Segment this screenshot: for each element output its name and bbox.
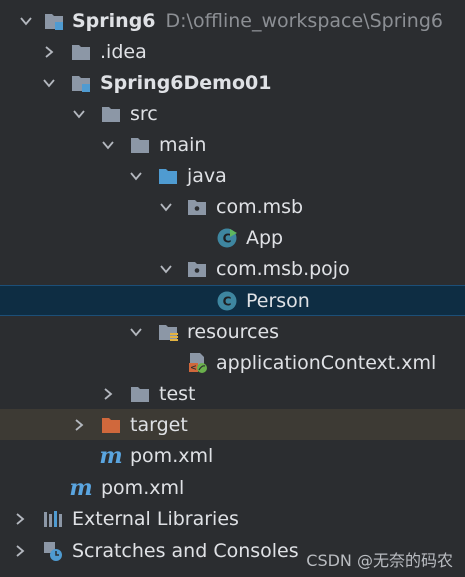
- chevron-down-icon[interactable]: [40, 74, 58, 92]
- tree-row-package-com-msb[interactable]: com.msb: [0, 191, 465, 222]
- tree-label-package-com-msb-pojo: com.msb.pojo: [216, 257, 350, 280]
- chevron-down-icon[interactable]: [157, 198, 175, 216]
- tree-row-test[interactable]: test: [0, 378, 465, 409]
- folder-icon: [70, 41, 92, 63]
- scratch-icon: [42, 540, 64, 562]
- chevron-down-icon[interactable]: [99, 136, 117, 154]
- chevron-down-icon[interactable]: [127, 323, 145, 341]
- tree-label-root-pom: pom.xml: [101, 476, 185, 499]
- tree-label-module: Spring6Demo01: [100, 71, 272, 94]
- chevron-right-icon[interactable]: [11, 510, 29, 528]
- package-icon: [186, 258, 208, 280]
- tree-row-java[interactable]: java: [0, 160, 465, 191]
- resources-folder-icon: [157, 321, 179, 343]
- maven-icon: m: [99, 442, 123, 469]
- chevron-right-icon[interactable]: [40, 43, 58, 61]
- tree-label-external-libraries: External Libraries: [72, 507, 239, 530]
- tree-row-main[interactable]: main: [0, 129, 465, 160]
- chevron-down-icon[interactable]: [17, 12, 35, 30]
- svg-text:<: <: [190, 363, 197, 372]
- tree-row-module-pom[interactable]: m pom.xml: [0, 440, 465, 471]
- spring-xml-icon: <: [186, 352, 208, 374]
- project-name: Spring6 D:\offline_workspace\Spring6: [72, 9, 443, 32]
- chevron-right-icon[interactable]: [11, 542, 29, 560]
- excluded-folder-icon: [100, 414, 122, 436]
- module-folder-icon: [43, 10, 65, 32]
- folder-icon: [129, 134, 151, 156]
- tree-label-main: main: [159, 133, 207, 156]
- project-tree: Spring6 D:\offline_workspace\Spring6 .ide…: [0, 0, 465, 577]
- svg-text:C: C: [223, 294, 232, 308]
- tree-label-class-person: Person: [246, 289, 310, 312]
- tree-label-class-app: App: [246, 226, 284, 249]
- tree-label-src: src: [130, 102, 158, 125]
- tree-row-resources[interactable]: resources: [0, 316, 465, 347]
- tree-label-file-application-context: applicationContext.xml: [216, 351, 437, 374]
- package-icon: [186, 196, 208, 218]
- class-icon: C: [216, 227, 238, 249]
- tree-row-idea[interactable]: .idea: [0, 36, 465, 67]
- tree-label-package-com-msb: com.msb: [216, 195, 304, 218]
- tree-row-target[interactable]: target: [0, 409, 465, 440]
- tree-row-project-root[interactable]: Spring6 D:\offline_workspace\Spring6: [0, 5, 465, 36]
- tree-label-scratches: Scratches and Consoles: [72, 539, 299, 562]
- project-path: D:\offline_workspace\Spring6: [165, 9, 443, 32]
- tree-label-resources: resources: [187, 320, 280, 343]
- tree-row-class-app[interactable]: C App: [0, 222, 465, 253]
- chevron-down-icon[interactable]: [127, 167, 145, 185]
- module-folder-icon: [70, 72, 92, 94]
- tree-row-file-application-context[interactable]: < applicationContext.xml: [0, 347, 465, 378]
- folder-icon: [100, 103, 122, 125]
- tree-row-external-libraries[interactable]: External Libraries: [0, 503, 465, 534]
- tree-row-root-pom[interactable]: m pom.xml: [0, 472, 465, 503]
- tree-row-class-person[interactable]: C Person: [0, 285, 465, 316]
- chevron-down-icon[interactable]: [157, 260, 175, 278]
- library-icon: [42, 508, 64, 530]
- tree-row-package-com-msb-pojo[interactable]: com.msb.pojo: [0, 253, 465, 284]
- tree-label-idea: .idea: [100, 40, 147, 63]
- chevron-right-icon[interactable]: [70, 416, 88, 434]
- tree-label-target: target: [130, 413, 188, 436]
- chevron-right-icon[interactable]: [99, 385, 117, 403]
- tree-label-java: java: [187, 164, 227, 187]
- class-icon: C: [216, 290, 238, 312]
- maven-icon: m: [69, 474, 93, 501]
- chevron-down-icon[interactable]: [70, 105, 88, 123]
- tree-label-module-pom: pom.xml: [130, 444, 214, 467]
- watermark: CSDN @无奈的码农: [306, 551, 453, 570]
- tree-row-module[interactable]: Spring6Demo01: [0, 67, 465, 98]
- tree-row-src[interactable]: src: [0, 98, 465, 129]
- folder-icon: [129, 383, 151, 405]
- source-folder-icon: [157, 165, 179, 187]
- tree-label-test: test: [159, 382, 196, 405]
